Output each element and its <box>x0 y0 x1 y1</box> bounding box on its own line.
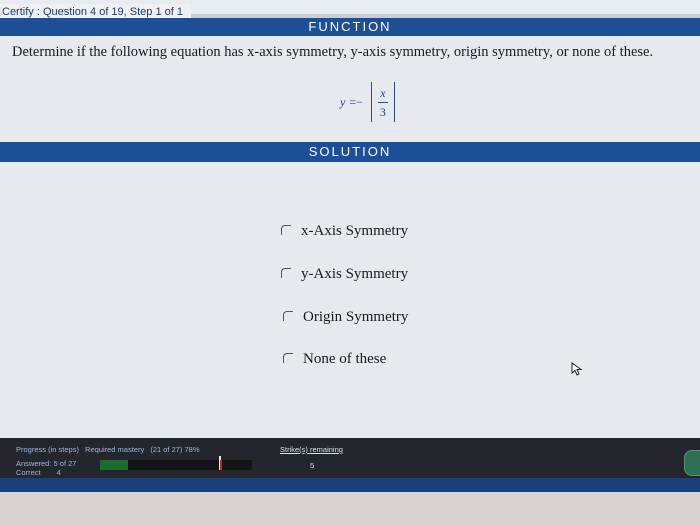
answered-count: Answered: 5 of 27 <box>16 459 77 468</box>
equation-sign: =− <box>349 94 363 109</box>
radio-button-icon[interactable] <box>281 267 291 278</box>
choice-x-axis[interactable]: x-Axis Symmetry <box>281 223 408 240</box>
radio-button-icon[interactable] <box>283 310 293 321</box>
choice-label: x-Axis Symmetry <box>301 223 409 239</box>
question-prompt: Determine if the following equation has … <box>12 44 654 60</box>
wrong-marker <box>220 460 222 470</box>
abs-bar-left <box>370 82 372 122</box>
correct-value: 4 <box>56 468 61 477</box>
solution-header: SOLUTION <box>0 142 700 162</box>
fraction-line <box>377 101 388 103</box>
strikes-label: Strike(s) remaining <box>280 445 343 454</box>
mastery-value: (21 of 27) 78% <box>150 445 200 454</box>
fraction-numerator: x <box>380 85 386 100</box>
fraction: x 3 <box>377 85 388 119</box>
mouse-cursor-icon <box>571 362 583 376</box>
fraction-denominator: 3 <box>379 104 386 119</box>
radio-button-icon[interactable] <box>283 352 293 363</box>
choice-label: Origin Symmetry <box>303 309 409 325</box>
equation: y =− x 3 <box>340 78 401 126</box>
choice-label: y-Axis Symmetry <box>301 266 409 282</box>
choice-origin[interactable]: Origin Symmetry <box>283 309 408 326</box>
abs-bar-right <box>393 82 395 122</box>
mastery-label: Required mastery <box>85 445 145 454</box>
choice-none[interactable]: None of these <box>283 351 386 368</box>
progress-label: Progress (in steps) <box>16 445 79 454</box>
radio-button-icon[interactable] <box>281 224 291 235</box>
question-panel: FUNCTION Determine if the following equa… <box>0 18 700 438</box>
choice-label: None of these <box>303 351 387 367</box>
progress-fill <box>100 460 128 470</box>
strikes-count: 5 <box>310 461 315 470</box>
breadcrumb-text: Certify : Question 4 of 19, Step 1 of 1 <box>2 6 183 18</box>
correct-label: Correct <box>16 468 41 477</box>
function-header: FUNCTION <box>0 18 700 36</box>
correct-count: Correct 4 <box>16 468 61 477</box>
progress-labels: Progress (in steps) Required mastery (21… <box>16 445 204 454</box>
bottom-strip <box>0 478 700 492</box>
screen-bezel <box>0 492 700 525</box>
next-arrow-icon[interactable] <box>684 450 700 476</box>
status-bar: Progress (in steps) Required mastery (21… <box>0 438 700 478</box>
equation-lhs: y <box>340 94 346 109</box>
progress-bar <box>100 456 252 470</box>
choice-y-axis[interactable]: y-Axis Symmetry <box>281 266 408 283</box>
